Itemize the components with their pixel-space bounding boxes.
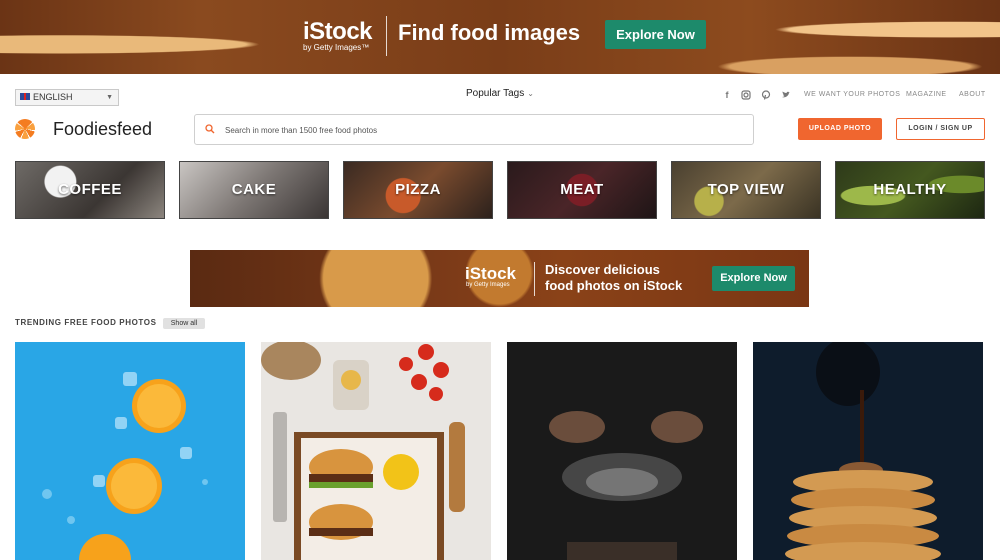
login-signup-button[interactable]: LOGIN / SIGN UP	[896, 118, 985, 140]
instagram-icon[interactable]	[741, 90, 751, 100]
photo-burger-graphic	[261, 342, 465, 560]
photo-pancakes-graphic	[785, 342, 941, 560]
banner-divider	[386, 16, 387, 56]
facebook-icon[interactable]: f	[722, 90, 732, 100]
category-label: MEAT	[560, 181, 604, 198]
language-select[interactable]: ENGLISH ▼	[15, 89, 119, 106]
chevron-down-icon: ▼	[106, 94, 113, 101]
category-top-view[interactable]: TOP VIEW	[671, 161, 821, 219]
category-label: PIZZA	[395, 181, 441, 198]
trending-section-title: TRENDING FREE FOOD PHOTOS	[15, 318, 157, 327]
photo-burger-tray[interactable]	[261, 342, 491, 560]
popular-tags-label: Popular Tags	[466, 88, 525, 99]
photo-flour-graphic	[549, 411, 703, 560]
ad-headline-line2: food photos on iStock	[545, 278, 683, 293]
category-pizza[interactable]: PIZZA	[343, 161, 493, 219]
ad-divider	[534, 262, 535, 296]
pinterest-icon[interactable]	[761, 90, 771, 100]
photo-flour-dusting[interactable]	[507, 342, 737, 560]
istock-logo: iStock	[303, 18, 373, 45]
istock-logo: iStock	[465, 264, 517, 283]
about-link[interactable]: ABOUT	[959, 91, 986, 98]
search-bar[interactable]	[194, 114, 754, 145]
search-input[interactable]	[223, 119, 723, 141]
chevron-down-icon: ⌄	[527, 89, 534, 98]
foodiesfeed-logo-icon[interactable]	[15, 119, 35, 139]
upload-photo-button[interactable]: UPLOAD PHOTO	[798, 118, 882, 140]
banner-explore-button[interactable]: Explore Now	[605, 20, 706, 49]
category-label: TOP VIEW	[707, 181, 785, 198]
category-label: COFFEE	[58, 181, 122, 198]
category-label: CAKE	[231, 181, 277, 198]
magazine-link[interactable]: MAGAZINE	[906, 91, 947, 98]
we-want-your-photos-link[interactable]: WE WANT YOUR PHOTOS	[804, 91, 900, 98]
ad-headline-line1: Discover delicious	[545, 262, 660, 277]
category-cake[interactable]: CAKE	[179, 161, 329, 219]
show-all-button[interactable]: Show all	[163, 318, 205, 329]
language-label: ENGLISH	[33, 92, 73, 102]
category-coffee[interactable]: COFFEE	[15, 161, 165, 219]
category-label: HEALTHY	[873, 181, 947, 198]
istock-logo-sub: by Getty Images	[466, 282, 510, 288]
photo-pancakes-syrup[interactable]	[753, 342, 983, 560]
banner-headline: Find food images	[398, 20, 581, 45]
brand-name[interactable]: Foodiesfeed	[53, 119, 152, 140]
top-ad-banner[interactable]: iStock by Getty Images™ Find food images…	[0, 0, 1000, 74]
uk-flag-icon	[20, 93, 30, 100]
popular-tags-dropdown[interactable]: Popular Tags ⌄	[466, 88, 534, 99]
istock-ad-banner[interactable]: iStock by Getty Images Discover deliciou…	[190, 250, 809, 307]
istock-logo-sub: by Getty Images™	[303, 43, 370, 52]
photo-oranges-graphic	[42, 372, 208, 560]
ad-explore-button[interactable]: Explore Now	[712, 266, 795, 291]
category-meat[interactable]: MEAT	[507, 161, 657, 219]
search-icon	[205, 124, 215, 134]
category-healthy[interactable]: HEALTHY	[835, 161, 985, 219]
twitter-icon[interactable]	[781, 90, 791, 100]
photo-oranges-on-blue[interactable]	[15, 342, 245, 560]
